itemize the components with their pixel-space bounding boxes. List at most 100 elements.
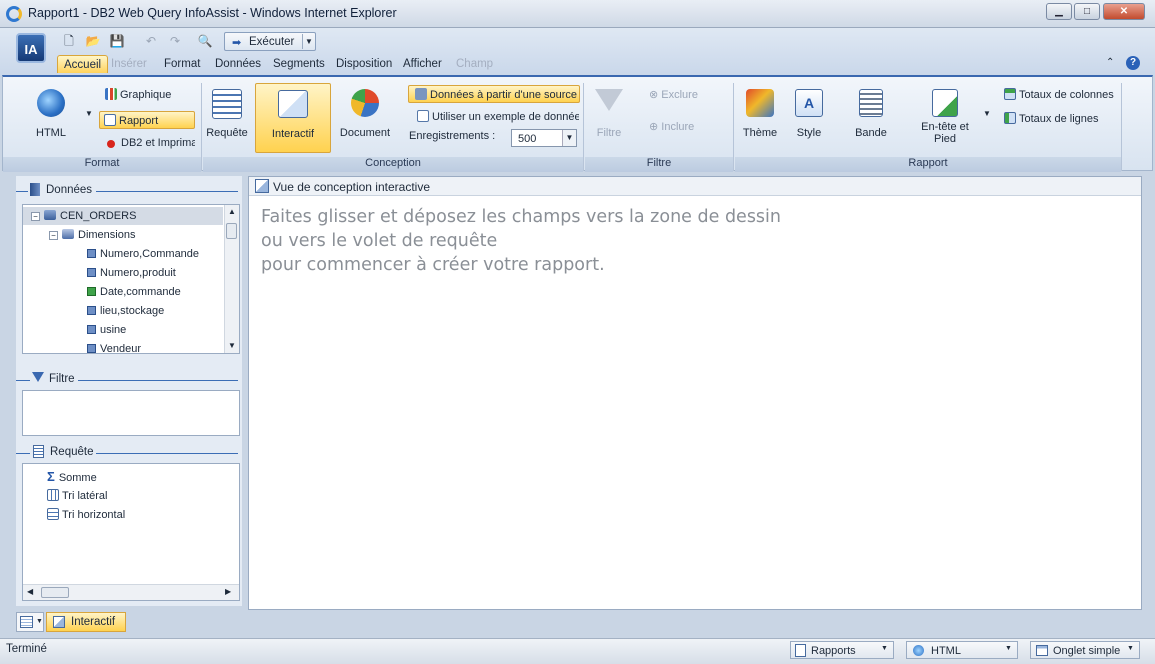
ribbon-separator (201, 83, 202, 171)
scroll-left-icon[interactable]: ◀ (27, 587, 33, 596)
run-icon: ➡ (232, 37, 242, 49)
tab-segments[interactable]: Segments (267, 55, 331, 73)
header-rule (78, 380, 238, 381)
query-item-somme[interactable]: Σ Somme (47, 469, 97, 484)
requete-panel-header: Requête (16, 444, 238, 462)
rapport-button[interactable]: Rapport (99, 111, 195, 129)
view-switch-dropdown-icon[interactable]: ▼ (36, 618, 43, 625)
sample-data-button[interactable]: Utiliser un exemple de données (417, 110, 579, 123)
tree-field[interactable]: lieu,stockage (87, 305, 164, 317)
data-panel-icon (30, 183, 40, 196)
records-dropdown-icon[interactable]: ▼ (562, 130, 576, 146)
requete-button[interactable]: Requête (203, 89, 251, 139)
query-hscrollbar[interactable]: ◀ ▶ (23, 584, 239, 600)
execute-button[interactable]: ➡ Exécuter ▼ (224, 32, 316, 51)
tab-champ[interactable]: Champ (450, 55, 499, 73)
save-icon[interactable]: 💾 (108, 33, 126, 50)
cube-icon (44, 210, 56, 220)
execute-label: Exécuter (249, 36, 295, 48)
row-totals-button[interactable]: Totaux de lignes (1004, 112, 1118, 125)
chart-icon (105, 88, 117, 100)
sample-icon (417, 110, 429, 122)
html-dropdown-icon[interactable]: ▼ (85, 109, 93, 118)
exclude-icon: ⊗ (649, 89, 662, 101)
bottom-tab-interactif[interactable]: Interactif (46, 612, 126, 632)
data-tree-scrollbar[interactable]: ▲ ▼ (224, 205, 239, 353)
html-status-dropdown[interactable]: HTML ▼ (906, 641, 1018, 659)
collapse-icon[interactable]: − (31, 212, 40, 221)
tab-accueil[interactable]: Accueil (57, 55, 109, 73)
tree-field[interactable]: Date,commande (87, 286, 181, 298)
source-data-button[interactable]: Données à partir d'une source (408, 85, 580, 103)
tab-afficher[interactable]: Afficher (397, 55, 448, 73)
graphique-button[interactable]: Graphique (105, 88, 195, 101)
tab-disposition[interactable]: Disposition (330, 55, 398, 73)
interactive-icon (278, 90, 308, 118)
collapse-icon[interactable]: − (49, 231, 58, 240)
field-icon (87, 325, 96, 334)
tab-donnees[interactable]: Données (209, 55, 267, 73)
scroll-thumb[interactable] (226, 223, 237, 239)
tree-field[interactable]: Numero,Commande (87, 248, 199, 260)
scroll-right-icon[interactable]: ▶ (225, 587, 231, 596)
tree-item-dimensions[interactable]: − Dimensions (49, 229, 135, 241)
onglet-dropdown-icon[interactable]: ▼ (1127, 645, 1134, 652)
execute-dropdown-icon[interactable]: ▼ (302, 34, 315, 49)
scroll-down-icon[interactable]: ▼ (228, 341, 236, 350)
app-logo[interactable]: IA (16, 33, 46, 63)
redo-icon[interactable]: ↷ (166, 33, 184, 50)
query-item-tri-lateral[interactable]: Tri latéral (47, 489, 107, 502)
help-icon[interactable]: ? (1126, 56, 1140, 70)
header-rule (96, 191, 238, 192)
interactif-button[interactable]: Interactif (255, 83, 331, 153)
tab-inserer[interactable]: Insérer (105, 55, 153, 73)
ribbon-collapse-icon[interactable]: ⌃ (1106, 57, 1114, 68)
query-item-tri-horizontal[interactable]: Tri horizontal (47, 508, 125, 521)
minimize-icon[interactable]: ▁ (1046, 3, 1072, 20)
tree-field[interactable]: usine (87, 324, 126, 336)
rapports-dropdown-icon[interactable]: ▼ (881, 645, 888, 652)
tab-format[interactable]: Format (158, 55, 206, 73)
style-icon: A (795, 89, 823, 117)
records-select[interactable]: 500 ▼ (511, 129, 577, 147)
filtre-button[interactable]: Filtre (591, 89, 627, 139)
header-footer-button[interactable]: En-tête et Pied (913, 89, 977, 145)
tree-item-root[interactable]: − CEN_ORDERS (31, 210, 136, 222)
sort-across-icon (47, 489, 59, 501)
include-icon: ⊕ (649, 121, 662, 133)
inclure-button[interactable]: ⊕ Inclure (649, 120, 694, 133)
root-label: CEN_ORDERS (60, 210, 137, 222)
tree-field[interactable]: Vendeur (87, 343, 141, 353)
rapports-label: Rapports (811, 645, 856, 657)
design-canvas[interactable]: Vue de conception interactive Faites gli… (248, 176, 1142, 610)
document-button[interactable]: Document (337, 89, 393, 139)
new-document-icon[interactable]: 🗋 (60, 33, 78, 50)
exclure-button[interactable]: ⊗ Exclure (649, 88, 698, 101)
close-icon[interactable]: ✕ (1103, 3, 1145, 20)
print-preview-icon[interactable]: 🔍 (196, 33, 214, 50)
view-switch-button[interactable]: ▼ (16, 612, 44, 632)
filter-drop-area[interactable] (22, 390, 240, 436)
hscroll-thumb[interactable] (41, 587, 69, 598)
tree-field[interactable]: Numero,produit (87, 267, 176, 279)
html-status-dropdown-icon[interactable]: ▼ (1005, 645, 1012, 652)
scroll-up-icon[interactable]: ▲ (228, 207, 236, 216)
undo-icon[interactable]: ↶ (142, 33, 160, 50)
format-group-label: Format (3, 157, 201, 172)
style-button[interactable]: A Style (787, 89, 831, 139)
theme-button[interactable]: Thème (737, 89, 783, 139)
db2-printer-button[interactable]: DB2 et Imprimante (107, 137, 195, 149)
open-folder-icon[interactable]: 📂 (84, 33, 102, 50)
bande-button[interactable]: Bande (849, 89, 893, 139)
report-status-icon (795, 644, 806, 657)
maximize-icon[interactable]: □ (1074, 3, 1100, 20)
rapports-status-dropdown[interactable]: Rapports ▼ (790, 641, 894, 659)
field-icon (87, 249, 96, 258)
onglet-status-dropdown[interactable]: Onglet simple ▼ (1030, 641, 1140, 659)
html-button[interactable]: HTML (29, 89, 73, 139)
document-label: Document (339, 127, 391, 139)
column-totals-button[interactable]: Totaux de colonnes (1004, 88, 1118, 101)
rapport-more-dropdown-icon[interactable]: ▼ (983, 109, 991, 118)
query-tree: Σ Somme Tri latéral Tri horizontal ◀ ▶ (22, 463, 240, 601)
filter-funnel-icon (595, 89, 623, 111)
